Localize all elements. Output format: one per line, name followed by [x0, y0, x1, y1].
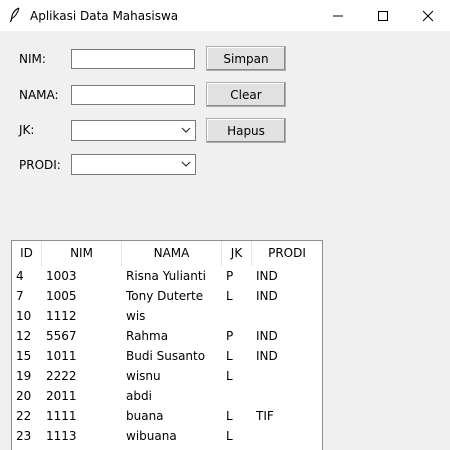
feather-icon	[8, 7, 22, 23]
cell-jk: L	[226, 289, 233, 303]
cell-prodi	[256, 386, 320, 406]
column-header-jk[interactable]: JK	[222, 241, 252, 266]
cell-id: 7	[16, 289, 24, 303]
column-header-nim[interactable]: NIM	[42, 241, 122, 266]
cell-nama: Tony Duterte	[126, 289, 204, 303]
cell-prodi	[256, 366, 320, 386]
cell-nama: abdi	[126, 389, 152, 403]
minimize-button[interactable]	[315, 0, 360, 31]
cell-prodi: IND	[256, 349, 278, 363]
cell-nama: wis	[126, 309, 146, 323]
nama-input[interactable]	[71, 85, 195, 105]
table-header: ID NIM NAMA JK PRODI	[12, 241, 322, 266]
table-row[interactable]: 23 1113 wibuana L	[12, 426, 322, 446]
cell-nim: 2011	[46, 389, 77, 403]
nama-label: NAMA:	[19, 88, 59, 102]
cell-nim: 1111	[46, 409, 77, 423]
table-row[interactable]: 20 2011 abdi	[12, 386, 322, 406]
cell-nim: 1112	[46, 309, 77, 323]
close-icon	[422, 10, 433, 21]
clear-button[interactable]: Clear	[206, 82, 286, 107]
title-bar: Aplikasi Data Mahasiswa	[0, 0, 450, 31]
jk-label: JK:	[19, 123, 35, 137]
minimize-icon	[332, 15, 343, 16]
prodi-combobox[interactable]	[71, 154, 196, 175]
maximize-button[interactable]	[360, 0, 405, 31]
cell-id: 4	[16, 269, 24, 283]
cell-prodi	[256, 306, 320, 326]
column-header-id[interactable]: ID	[12, 241, 42, 266]
cell-prodi: IND	[256, 329, 278, 343]
table-row[interactable]: 19 2222 wisnu L	[12, 366, 322, 386]
window-title: Aplikasi Data Mahasiswa	[30, 9, 179, 23]
cell-prodi: IND	[256, 269, 278, 283]
mahasiswa-table[interactable]: ID NIM NAMA JK PRODI 4 1003 Risna Yulianti…	[11, 240, 323, 450]
cell-id: 22	[16, 409, 32, 423]
cell-jk: P	[226, 269, 234, 283]
nim-input[interactable]	[71, 49, 195, 69]
prodi-label: PRODI:	[19, 158, 61, 172]
cell-nim: 1005	[46, 289, 77, 303]
cell-jk: L	[226, 349, 233, 363]
table-row[interactable]: 4 1003 Risna Yulianti P IND	[12, 266, 322, 286]
cell-jk	[226, 306, 254, 326]
close-button[interactable]	[405, 0, 450, 31]
nim-label: NIM:	[19, 52, 46, 66]
cell-nim: 5567	[46, 329, 77, 343]
jk-combobox[interactable]	[71, 120, 196, 141]
cell-nim: 1011	[46, 349, 77, 363]
cell-id: 10	[16, 309, 32, 323]
cell-id: 19	[16, 369, 32, 383]
cell-nama: Budi Susanto	[126, 349, 206, 363]
cell-prodi	[256, 426, 320, 446]
column-header-prodi[interactable]: PRODI	[252, 241, 322, 266]
cell-id: 20	[16, 389, 32, 403]
chevron-down-icon	[181, 161, 191, 167]
cell-jk: P	[226, 329, 234, 343]
cell-jk: L	[226, 409, 233, 423]
simpan-button[interactable]: Simpan	[206, 46, 286, 71]
cell-id: 12	[16, 329, 32, 343]
cell-id: 23	[16, 429, 32, 443]
cell-prodi: IND	[256, 289, 278, 303]
cell-nama: wisnu	[126, 369, 161, 383]
chevron-down-icon	[181, 127, 191, 133]
table-row[interactable]: 7 1005 Tony Duterte L IND	[12, 286, 322, 306]
cell-jk: L	[226, 429, 233, 443]
cell-nim: 1003	[46, 269, 77, 283]
cell-nama: Risna Yulianti	[126, 269, 206, 283]
column-header-nama[interactable]: NAMA	[122, 241, 222, 266]
cell-nim: 1113	[46, 429, 77, 443]
cell-nim: 2222	[46, 369, 77, 383]
maximize-icon	[377, 10, 388, 21]
table-row[interactable]: 22 1111 buana L TIF	[12, 406, 322, 426]
cell-id: 15	[16, 349, 32, 363]
cell-prodi: TIF	[256, 409, 274, 423]
table-row[interactable]: 10 1112 wis	[12, 306, 322, 326]
table-row[interactable]: 12 5567 Rahma P IND	[12, 326, 322, 346]
cell-nama: Rahma	[126, 329, 169, 343]
table-row[interactable]: 15 1011 Budi Susanto L IND	[12, 346, 322, 366]
hapus-button[interactable]: Hapus	[206, 118, 286, 143]
cell-nama: wibuana	[126, 429, 177, 443]
cell-nama: buana	[126, 409, 164, 423]
cell-jk: L	[226, 369, 233, 383]
cell-jk	[226, 386, 254, 406]
